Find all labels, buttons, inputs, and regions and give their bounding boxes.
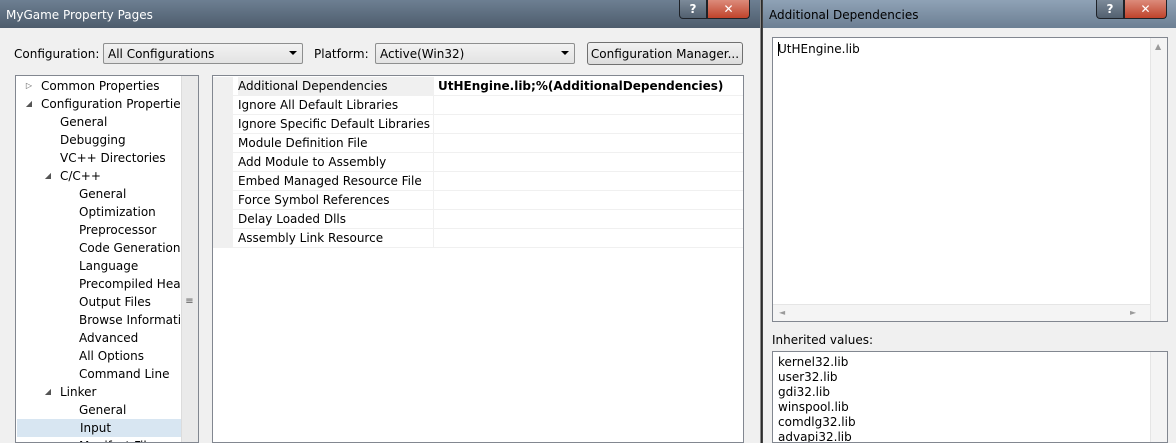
tree-item[interactable]: All Options [79, 347, 144, 365]
close-button[interactable]: ✕ [707, 0, 750, 19]
tree-item[interactable]: Linker [60, 383, 96, 401]
inherited-values-list: kernel32.lib user32.lib gdi32.lib winspool.… [772, 351, 1168, 443]
tree-item[interactable]: Common Properties [41, 77, 160, 95]
tree-item[interactable]: Advanced [79, 329, 138, 347]
platform-dropdown[interactable]: Active(Win32) [375, 43, 575, 64]
chevron-down-icon [289, 51, 297, 55]
scroll-left-icon[interactable]: ◄ [779, 308, 785, 317]
tree-item[interactable]: Language [79, 257, 138, 275]
text-caret [778, 42, 779, 56]
tree-item[interactable]: Configuration Properties [41, 95, 187, 113]
property-name: Module Definition File [238, 134, 434, 153]
configuration-label: Configuration: [14, 47, 100, 61]
horizontal-scrollbar[interactable]: ◄ ► [773, 304, 1150, 321]
property-name: Assembly Link Resource [238, 229, 434, 248]
row-gutter [213, 229, 233, 248]
property-row[interactable]: Delay Loaded Dlls [213, 210, 743, 229]
inherited-value-item: comdlg32.lib [778, 415, 856, 429]
row-gutter [213, 77, 233, 96]
tree-scrollbar[interactable]: ≡ [181, 76, 198, 442]
row-gutter [213, 115, 233, 134]
row-gutter [213, 191, 233, 210]
tree-item[interactable]: General [60, 113, 107, 131]
tree-item[interactable]: Browse Information [79, 311, 196, 329]
additional-dependencies-dialog: Additional Dependencies ? ✕ UtHEngine.li… [762, 0, 1176, 443]
tree-expander-icon[interactable]: ◢ [24, 95, 34, 113]
dependencies-text: UtHEngine.lib [778, 42, 860, 56]
property-row[interactable]: Module Definition File [213, 134, 743, 153]
tree-item[interactable]: C/C++ [60, 167, 101, 185]
platform-value: Active(Win32) [380, 46, 465, 61]
tree-item[interactable]: General [79, 185, 126, 203]
property-value[interactable]: UtHEngine.lib;%(AdditionalDependencies) [438, 77, 723, 96]
inherited-value-item: gdi32.lib [778, 385, 830, 399]
property-name: Additional Dependencies [238, 77, 434, 96]
dialog-close-button[interactable]: ✕ [1124, 0, 1167, 19]
chevron-down-icon [561, 51, 569, 55]
inherited-values-label: Inherited values: [772, 333, 873, 347]
configuration-dropdown[interactable]: All Configurations [103, 43, 303, 64]
property-row[interactable]: Embed Managed Resource File [213, 172, 743, 191]
property-row[interactable]: Assembly Link Resource [213, 229, 743, 248]
property-grid: Additional Dependencies UtHEngine.lib;%(A… [212, 75, 744, 443]
tree-item[interactable]: Debugging [60, 131, 126, 149]
property-name: Ignore Specific Default Libraries [238, 115, 434, 134]
inherited-scrollbar[interactable] [1150, 352, 1167, 442]
dialog-help-button[interactable]: ? [1096, 0, 1124, 19]
help-button[interactable]: ? [679, 0, 707, 19]
row-gutter [213, 210, 233, 229]
property-tree[interactable]: Common Properties Configuration Propertie… [15, 75, 199, 443]
tree-item[interactable]: Input [17, 419, 182, 437]
tree-expander-icon[interactable]: ◢ [43, 167, 53, 185]
scroll-grip-icon[interactable]: ≡ [181, 294, 198, 310]
tree-item[interactable]: VC++ Directories [60, 149, 166, 167]
property-name: Delay Loaded Dlls [238, 210, 434, 229]
property-row[interactable]: Additional Dependencies UtHEngine.lib;%(A… [213, 77, 743, 96]
tree-item[interactable]: Code Generation [79, 239, 180, 257]
window-title: MyGame Property Pages [6, 8, 153, 22]
row-gutter [213, 96, 233, 115]
property-row[interactable]: Ignore All Default Libraries [213, 96, 743, 115]
tree-item[interactable]: Command Line [79, 365, 170, 383]
tree-item[interactable]: Precompiled Heade [79, 275, 196, 293]
row-gutter [213, 172, 233, 191]
dependencies-textbox[interactable]: UtHEngine.lib ◄ ► ▲ [772, 37, 1168, 322]
configuration-manager-button[interactable]: Configuration Manager... [587, 42, 743, 65]
property-pages-window: MyGame Property Pages ? ✕ Configuration:… [0, 0, 761, 443]
property-name: Force Symbol References [238, 191, 434, 210]
inherited-value-item: winspool.lib [778, 400, 849, 414]
dialog-titlebar: Additional Dependencies ? ✕ [763, 0, 1176, 28]
vertical-scrollbar[interactable]: ▲ [1150, 38, 1167, 321]
tree-expander-icon[interactable]: ◢ [43, 383, 53, 401]
tree-item[interactable]: Output Files [79, 293, 151, 311]
scroll-up-icon[interactable]: ▲ [1155, 42, 1161, 51]
property-name: Ignore All Default Libraries [238, 96, 434, 115]
row-gutter [213, 153, 233, 172]
property-name: Add Module to Assembly [238, 153, 434, 172]
property-name: Embed Managed Resource File [238, 172, 434, 191]
dialog-title: Additional Dependencies [769, 8, 919, 22]
tree-item[interactable]: General [79, 401, 126, 419]
property-row[interactable]: Ignore Specific Default Libraries [213, 115, 743, 134]
scroll-right-icon[interactable]: ► [1130, 308, 1136, 317]
property-pages-titlebar: MyGame Property Pages ? ✕ [0, 0, 760, 28]
tree-item[interactable]: Manifest File [79, 437, 154, 442]
platform-label: Platform: [314, 47, 369, 61]
property-row[interactable]: Force Symbol References [213, 191, 743, 210]
configuration-value: All Configurations [108, 46, 215, 61]
tree-expander-icon[interactable]: ▷ [24, 77, 34, 95]
property-row[interactable]: Add Module to Assembly [213, 153, 743, 172]
inherited-value-item: advapi32.lib [778, 430, 852, 443]
inherited-value-item: kernel32.lib [778, 355, 849, 369]
row-gutter [213, 134, 233, 153]
tree-item[interactable]: Optimization [79, 203, 156, 221]
tree-item[interactable]: Preprocessor [79, 221, 156, 239]
inherited-value-item: user32.lib [778, 370, 838, 384]
